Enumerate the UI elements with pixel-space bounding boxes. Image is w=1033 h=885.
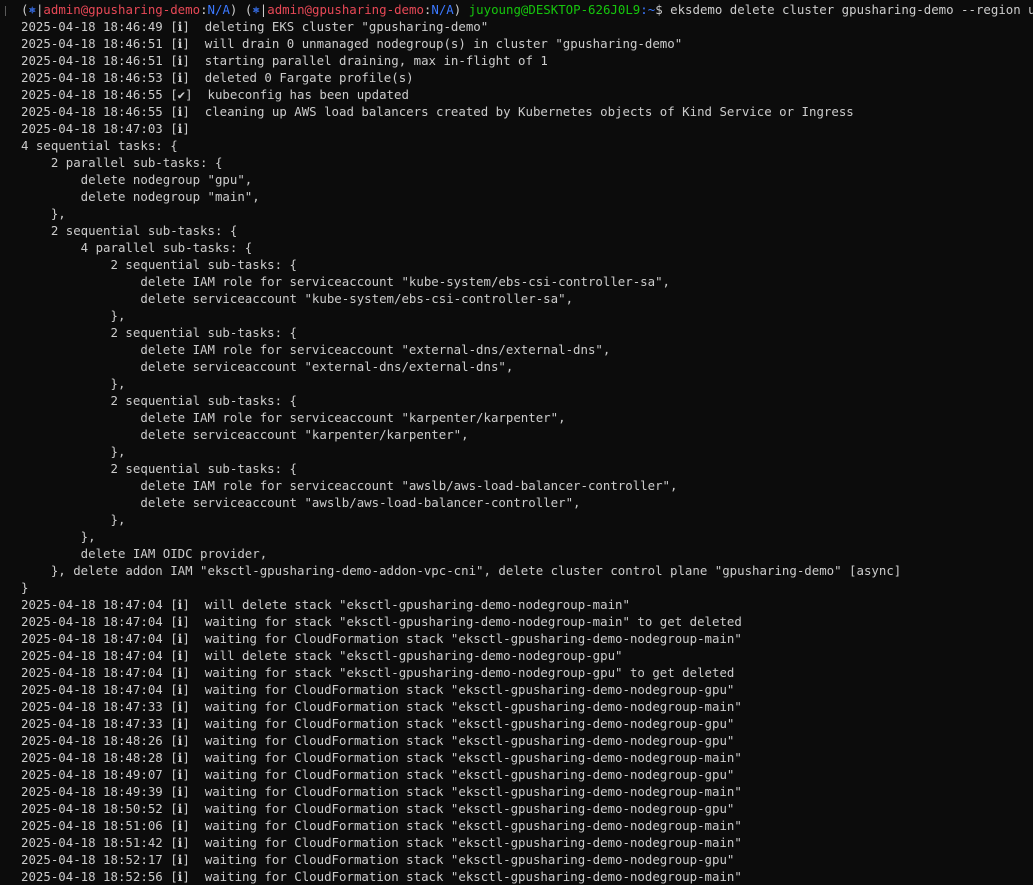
output-line: 2025-04-18 18:46:51 [ℹ] starting paralle…	[21, 53, 548, 68]
output-line: 2025-04-18 18:52:17 [ℹ] waiting for Clou…	[21, 852, 735, 867]
output-line: delete nodegroup "main",	[21, 189, 260, 204]
output-line: 2025-04-18 18:46:51 [ℹ] will drain 0 unm…	[21, 36, 683, 51]
output-line: },	[21, 444, 126, 459]
user-host: juyoung@DESKTOP-626J0L9	[468, 2, 641, 17]
output-line: 2025-04-18 18:47:04 [ℹ] waiting for Clou…	[21, 631, 742, 646]
output-line: 2025-04-18 18:51:42 [ℹ] waiting for Clou…	[21, 835, 742, 850]
output-line: 4 sequential tasks: {	[21, 138, 178, 153]
output-line: },	[21, 206, 66, 221]
output-line: delete IAM role for serviceaccount "karp…	[21, 410, 566, 425]
output-line: delete serviceaccount "awslb/aws-load-ba…	[21, 495, 581, 510]
kubernetes-helm-icon: ⎈	[28, 2, 36, 17]
output-line: 2025-04-18 18:47:04 [ℹ] will delete stac…	[21, 648, 623, 663]
output-line: }	[21, 580, 29, 595]
output-line: 2 sequential sub-tasks: {	[21, 393, 298, 408]
output-line: 2025-04-18 18:48:26 [ℹ] waiting for Clou…	[21, 733, 735, 748]
output-line: 2025-04-18 18:52:56 [ℹ] waiting for Clou…	[21, 869, 742, 884]
output-line: 2025-04-18 18:46:53 [ℹ] deleted 0 Fargat…	[21, 70, 414, 85]
output-line: },	[21, 376, 126, 391]
kubernetes-helm-icon: ⎈	[252, 2, 260, 17]
output-line: },	[21, 308, 126, 323]
output-line: delete serviceaccount "karpenter/karpent…	[21, 427, 469, 442]
context-1-name: admin@gpusharing-demo	[43, 2, 201, 17]
terminal-window[interactable]: (⎈|admin@gpusharing-demo:N/A) (⎈|admin@g…	[0, 0, 1033, 885]
output-line: 2025-04-18 18:47:33 [ℹ] waiting for Clou…	[21, 699, 742, 714]
output-line: delete serviceaccount "external-dns/exte…	[21, 359, 514, 374]
output-line: },	[21, 529, 96, 544]
output-line: 2 sequential sub-tasks: {	[21, 461, 298, 476]
prompt-line: (⎈|admin@gpusharing-demo:N/A) (⎈|admin@g…	[21, 1, 1033, 18]
context-2-name: admin@gpusharing-demo	[267, 2, 424, 17]
output-line: },	[21, 512, 126, 527]
output-line: 2025-04-18 18:47:04 [ℹ] waiting for Clou…	[21, 682, 735, 697]
output-line: 2025-04-18 18:47:33 [ℹ] waiting for Clou…	[21, 716, 735, 731]
output-line: delete nodegroup "gpu",	[21, 172, 253, 187]
output-line: delete serviceaccount "kube-system/ebs-c…	[21, 291, 574, 306]
output-line: 2025-04-18 18:47:03 [ℹ]	[21, 121, 190, 136]
context-2-open: (	[237, 2, 253, 17]
output-line: 2025-04-18 18:46:55 [✔] kubeconfig has b…	[21, 87, 409, 102]
command-text[interactable]: eksdemo delete cluster gpusharing-demo -…	[670, 2, 1033, 17]
context-1-namespace: N/A	[207, 2, 230, 17]
output-line: delete IAM OIDC provider,	[21, 546, 268, 561]
current-path: :~	[640, 2, 656, 17]
context-2-namespace: N/A	[431, 2, 454, 17]
output-line: 4 parallel sub-tasks: {	[21, 240, 253, 255]
output-line: 2025-04-18 18:47:04 [ℹ] waiting for stac…	[21, 614, 742, 629]
output-line: 2025-04-18 18:49:07 [ℹ] waiting for Clou…	[21, 767, 735, 782]
output-line: 2 sequential sub-tasks: {	[21, 223, 238, 238]
output-line: 2025-04-18 18:46:49 [ℹ] deleting EKS clu…	[21, 19, 489, 34]
prompt-symbol: $	[655, 2, 671, 17]
output-line: 2025-04-18 18:46:55 [ℹ] cleaning up AWS …	[21, 104, 854, 119]
output-line: 2025-04-18 18:48:28 [ℹ] waiting for Clou…	[21, 750, 742, 765]
output-line: 2025-04-18 18:47:04 [ℹ] will delete stac…	[21, 597, 630, 612]
output-line: }, delete addon IAM "eksctl-gpusharing-d…	[21, 563, 902, 578]
output-line: delete IAM role for serviceaccount "exte…	[21, 342, 611, 357]
output-line: 2025-04-18 18:49:39 [ℹ] waiting for Clou…	[21, 784, 742, 799]
output-line: 2025-04-18 18:51:06 [ℹ] waiting for Clou…	[21, 818, 742, 833]
output-line: delete IAM role for serviceaccount "kube…	[21, 274, 671, 289]
context-1-colon: :	[200, 2, 208, 17]
output-line: 2 parallel sub-tasks: {	[21, 155, 223, 170]
output-line: 2025-04-18 18:47:04 [ℹ] waiting for stac…	[21, 665, 735, 680]
output-line: 2 sequential sub-tasks: {	[21, 257, 298, 272]
output-line: delete IAM role for serviceaccount "awsl…	[21, 478, 678, 493]
prompt-marker-icon	[0, 4, 8, 18]
output-line: 2 sequential sub-tasks: {	[21, 325, 298, 340]
context-2-close: )	[453, 2, 469, 17]
output-line: 2025-04-18 18:50:52 [ℹ] waiting for Clou…	[21, 801, 735, 816]
